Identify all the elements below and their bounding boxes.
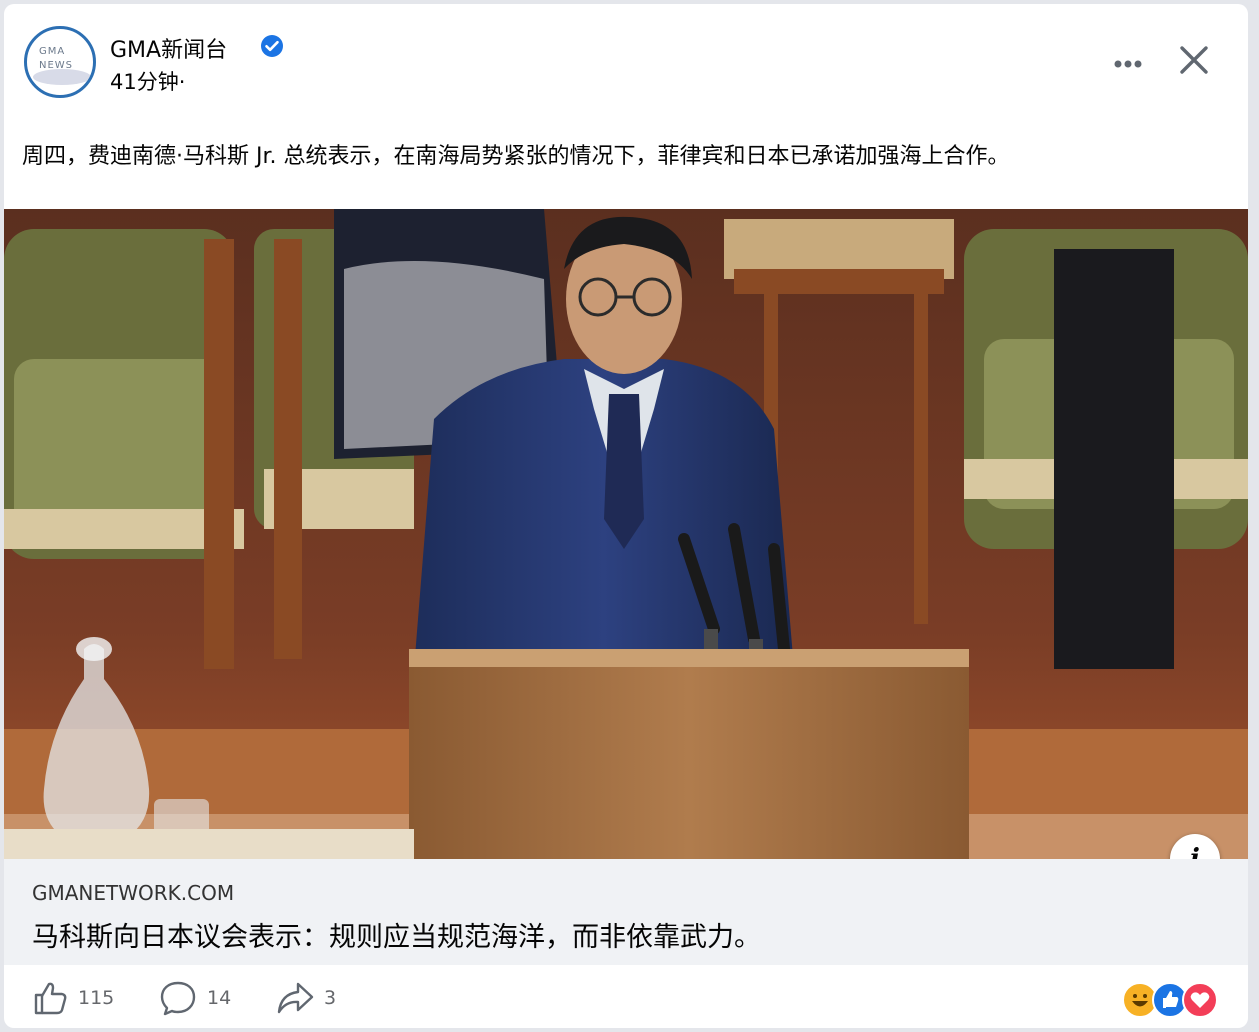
link-preview[interactable]: GMANETWORK.COM 马科斯向日本议会表示：规则应当规范海洋，而非依靠武… xyxy=(4,859,1248,965)
share-button[interactable]: 3 xyxy=(276,980,336,1016)
like-count: 115 xyxy=(78,987,115,1009)
share-count: 3 xyxy=(324,987,337,1009)
speaker-photo xyxy=(4,209,1248,859)
page-name[interactable]: GMA新闻台 xyxy=(110,32,227,64)
action-bar: 115 14 3 xyxy=(4,966,1248,1028)
comment-bubble-icon xyxy=(160,981,196,1016)
link-domain: GMANETWORK.COM xyxy=(32,881,235,905)
close-icon[interactable] xyxy=(1174,40,1214,80)
share-arrow-icon xyxy=(277,982,314,1014)
comment-button[interactable]: 14 xyxy=(159,980,231,1016)
reactions-summary[interactable] xyxy=(1122,982,1232,1018)
post-card: GMA NEWS GMA新闻台 41分钟· 周四，费迪南德·马科斯 Jr. 总统表… xyxy=(4,4,1248,1028)
love-reaction-icon xyxy=(1182,982,1218,1018)
like-button[interactable]: 115 xyxy=(32,980,114,1016)
page-avatar[interactable]: GMA NEWS xyxy=(24,26,96,98)
post-timestamp[interactable]: 41分钟· xyxy=(110,66,185,96)
verified-badge-icon xyxy=(261,35,283,57)
thumbs-up-icon xyxy=(34,982,67,1015)
more-options-icon[interactable] xyxy=(1104,48,1152,80)
link-title: 马科斯向日本议会表示：规则应当规范海洋，而非依靠武力。 xyxy=(32,922,761,953)
post-text: 周四，费迪南德·马科斯 Jr. 总统表示，在南海局势紧张的情况下，菲律宾和日本已… xyxy=(22,144,1010,169)
avatar-swoosh xyxy=(33,69,91,85)
comment-count: 14 xyxy=(207,987,232,1009)
post-image[interactable] xyxy=(4,209,1248,859)
